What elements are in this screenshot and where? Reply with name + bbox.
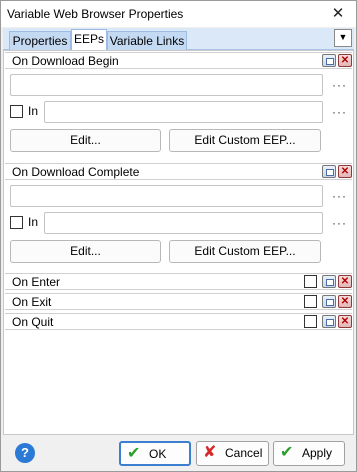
section-header-on-quit: On Quit ✕ xyxy=(5,313,352,330)
tab-variable-links[interactable]: Variable Links xyxy=(107,31,187,50)
cancel-button[interactable]: ✘ Cancel xyxy=(196,441,269,466)
properties-dialog: Variable Web Browser Properties ✕ Proper… xyxy=(0,0,357,472)
x-icon: ✘ xyxy=(203,444,217,461)
in-checkbox[interactable] xyxy=(10,105,23,118)
section-title: On Quit xyxy=(12,315,54,329)
section-header-download-complete: On Download Complete ✕ xyxy=(5,163,352,180)
section-title: On Download Complete xyxy=(12,165,140,179)
remove-icon[interactable]: ✕ xyxy=(338,275,352,288)
cancel-label: Cancel xyxy=(225,446,263,460)
apply-button[interactable]: ✔ Apply xyxy=(273,441,345,466)
checkmark-icon: ✔ xyxy=(127,445,141,462)
section-header-download-begin: On Download Begin ✕ xyxy=(5,52,352,69)
tab-strip: Properties EEPs Variable Links ▼ xyxy=(3,28,354,50)
browse-ellipsis-icon[interactable]: ··· xyxy=(332,189,347,203)
ok-label: OK xyxy=(149,447,167,461)
browse-ellipsis-icon[interactable]: ··· xyxy=(332,105,347,119)
window-toggle-icon[interactable] xyxy=(322,165,336,178)
window-toggle-icon[interactable] xyxy=(322,315,336,328)
section-title: On Exit xyxy=(12,295,52,309)
in-field[interactable] xyxy=(44,212,323,234)
double-check-icon: ✔ xyxy=(280,444,294,461)
apply-label: Apply xyxy=(302,446,333,460)
tabs-dropdown-icon[interactable]: ▼ xyxy=(334,29,352,47)
edit-button[interactable]: Edit... xyxy=(10,129,161,152)
section-title: On Enter xyxy=(12,275,61,289)
enable-checkbox[interactable] xyxy=(304,295,317,308)
enable-checkbox[interactable] xyxy=(304,315,317,328)
edit-custom-eep-button[interactable]: Edit Custom EEP... xyxy=(169,129,321,152)
eep-script-field[interactable] xyxy=(10,74,323,96)
section-header-on-exit: On Exit ✕ xyxy=(5,293,352,310)
remove-icon[interactable]: ✕ xyxy=(338,54,352,67)
title-bar: Variable Web Browser Properties ✕ xyxy=(1,1,356,27)
edit-button[interactable]: Edit... xyxy=(10,240,161,263)
enable-checkbox[interactable] xyxy=(304,275,317,288)
in-checkbox[interactable] xyxy=(10,216,23,229)
remove-icon[interactable]: ✕ xyxy=(338,315,352,328)
ok-button[interactable]: ✔ OK xyxy=(119,441,191,466)
remove-icon[interactable]: ✕ xyxy=(338,295,352,308)
section-title: On Download Begin xyxy=(12,54,119,68)
window-toggle-icon[interactable] xyxy=(322,295,336,308)
window-toggle-icon[interactable] xyxy=(322,54,336,67)
eep-script-field[interactable] xyxy=(10,185,323,207)
remove-icon[interactable]: ✕ xyxy=(338,165,352,178)
tab-properties[interactable]: Properties xyxy=(9,31,71,50)
edit-custom-eep-button[interactable]: Edit Custom EEP... xyxy=(169,240,321,263)
tab-eeps[interactable]: EEPs xyxy=(71,29,107,50)
browse-ellipsis-icon[interactable]: ··· xyxy=(332,78,347,92)
window-toggle-icon[interactable] xyxy=(322,275,336,288)
in-field[interactable] xyxy=(44,101,323,123)
close-window-icon[interactable]: ✕ xyxy=(327,3,349,25)
help-icon[interactable]: ? xyxy=(15,443,35,463)
browse-ellipsis-icon[interactable]: ··· xyxy=(332,216,347,230)
eeps-panel: On Download Begin ✕ ··· In ··· Edit... E… xyxy=(3,50,354,435)
section-header-on-enter: On Enter ✕ xyxy=(5,273,352,290)
in-label: In xyxy=(28,104,39,118)
window-title: Variable Web Browser Properties xyxy=(7,7,184,21)
in-label: In xyxy=(28,215,39,229)
